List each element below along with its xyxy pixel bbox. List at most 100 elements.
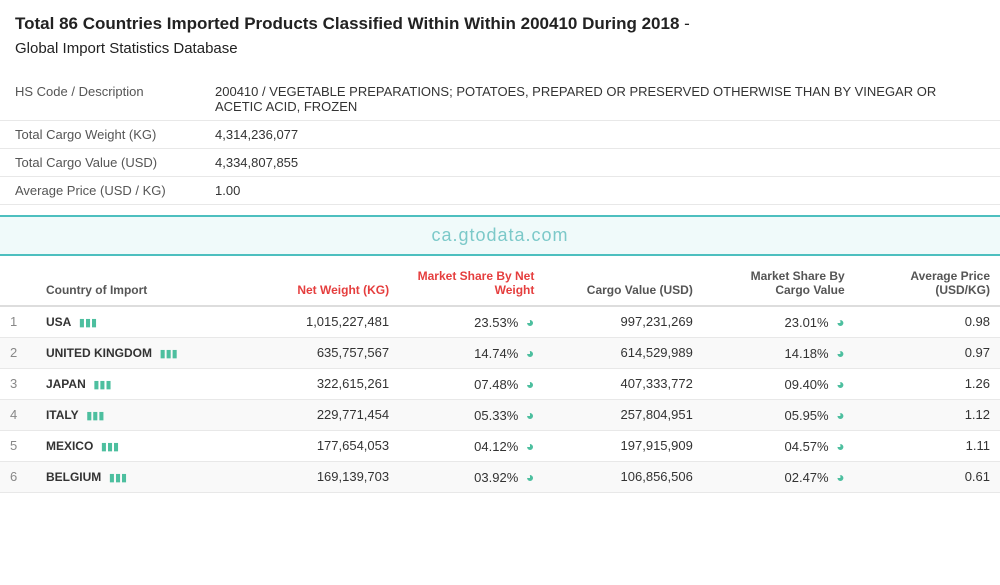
country-name: MEXICO [46, 439, 93, 453]
column-header-avgprice: Average Price (USD/KG) [855, 261, 1000, 306]
bar-chart-icon[interactable]: ▮▮▮ [86, 409, 104, 422]
mscv-value: 05.95% [785, 408, 829, 423]
pie-chart-icon[interactable]: ◕ [526, 469, 534, 485]
bar-chart-icon[interactable]: ▮▮▮ [160, 347, 178, 360]
info-row: Total Cargo Value (USD)4,334,807,855 [0, 148, 1000, 176]
avg-price-cell: 0.61 [855, 461, 1000, 492]
pie-chart-icon-2[interactable]: ◕ [836, 314, 844, 330]
table-row: 1USA ▮▮▮1,015,227,48123.53% ◕997,231,269… [0, 306, 1000, 338]
cargo-value-cell: 407,333,772 [544, 368, 702, 399]
net-weight-cell: 322,615,261 [241, 368, 399, 399]
mscv-value: 02.47% [785, 470, 829, 485]
cargo-value-cell: 614,529,989 [544, 337, 702, 368]
market-share-nw-cell: 23.53% ◕ [399, 306, 544, 338]
row-index: 6 [0, 461, 36, 492]
column-header-cargo: Cargo Value (USD) [544, 261, 702, 306]
row-index: 4 [0, 399, 36, 430]
market-share-cv-cell: 04.57% ◕ [703, 430, 855, 461]
watermark: ca.gtodata.com [0, 215, 1000, 256]
info-value: 4,314,236,077 [200, 120, 1000, 148]
row-index: 5 [0, 430, 36, 461]
pie-chart-icon-2[interactable]: ◕ [836, 345, 844, 361]
title-bold-text: Total 86 Countries Imported Products Cla… [15, 14, 679, 33]
net-weight-cell: 635,757,567 [241, 337, 399, 368]
country-cell: ITALY ▮▮▮ [36, 399, 241, 430]
pie-chart-icon[interactable]: ◕ [526, 345, 534, 361]
bar-chart-icon[interactable]: ▮▮▮ [93, 378, 111, 391]
pie-chart-icon-2[interactable]: ◕ [836, 407, 844, 423]
column-header-idx [0, 261, 36, 306]
info-label: Average Price (USD / KG) [0, 176, 200, 204]
country-name: UNITED KINGDOM [46, 346, 152, 360]
country-cell: MEXICO ▮▮▮ [36, 430, 241, 461]
market-share-cv-cell: 02.47% ◕ [703, 461, 855, 492]
info-row: HS Code / Description200410 / VEGETABLE … [0, 78, 1000, 121]
country-cell: BELGIUM ▮▮▮ [36, 461, 241, 492]
title-dash: - [679, 14, 689, 33]
mscv-value: 14.18% [785, 346, 829, 361]
bar-chart-icon[interactable]: ▮▮▮ [109, 471, 127, 484]
msnw-value: 07.48% [474, 377, 518, 392]
avg-price-cell: 1.12 [855, 399, 1000, 430]
country-name: ITALY [46, 408, 79, 422]
cargo-value-cell: 106,856,506 [544, 461, 702, 492]
mscv-value: 09.40% [785, 377, 829, 392]
main-title: Total 86 Countries Imported Products Cla… [15, 12, 985, 60]
data-table: Country of ImportNet Weight (KG) Market S… [0, 261, 1000, 493]
country-name: JAPAN [46, 377, 86, 391]
avg-price-cell: 1.26 [855, 368, 1000, 399]
msnw-value: 05.33% [474, 408, 518, 423]
bar-chart-icon[interactable]: ▮▮▮ [101, 440, 119, 453]
table-row: 4ITALY ▮▮▮229,771,45405.33% ◕257,804,951… [0, 399, 1000, 430]
cargo-value-cell: 197,915,909 [544, 430, 702, 461]
net-weight-cell: 169,139,703 [241, 461, 399, 492]
avg-price-cell: 0.98 [855, 306, 1000, 338]
pie-chart-icon[interactable]: ◕ [526, 314, 534, 330]
table-row: 5MEXICO ▮▮▮177,654,05304.12% ◕197,915,90… [0, 430, 1000, 461]
row-index: 1 [0, 306, 36, 338]
column-header-netweight: Net Weight (KG) [241, 261, 399, 306]
market-share-nw-cell: 03.92% ◕ [399, 461, 544, 492]
cargo-value-cell: 257,804,951 [544, 399, 702, 430]
info-row: Average Price (USD / KG)1.00 [0, 176, 1000, 204]
market-share-nw-cell: 04.12% ◕ [399, 430, 544, 461]
pie-chart-icon-2[interactable]: ◕ [836, 376, 844, 392]
net-weight-cell: 177,654,053 [241, 430, 399, 461]
market-share-nw-cell: 07.48% ◕ [399, 368, 544, 399]
pie-chart-icon-2[interactable]: ◕ [836, 469, 844, 485]
market-share-nw-cell: 05.33% ◕ [399, 399, 544, 430]
subtitle-text: Global Import Statistics Database [15, 40, 238, 57]
info-value: 200410 / VEGETABLE PREPARATIONS; POTATOE… [200, 78, 1000, 121]
column-header-country: Country of Import [36, 261, 241, 306]
pie-chart-icon[interactable]: ◕ [526, 438, 534, 454]
cargo-value-cell: 997,231,269 [544, 306, 702, 338]
info-value: 4,334,807,855 [200, 148, 1000, 176]
net-weight-cell: 1,015,227,481 [241, 306, 399, 338]
msnw-value: 04.12% [474, 439, 518, 454]
country-cell: UNITED KINGDOM ▮▮▮ [36, 337, 241, 368]
table-row: 3JAPAN ▮▮▮322,615,26107.48% ◕407,333,772… [0, 368, 1000, 399]
msnw-value: 03.92% [474, 470, 518, 485]
market-share-cv-cell: 14.18% ◕ [703, 337, 855, 368]
country-name: USA [46, 315, 71, 329]
market-share-nw-cell: 14.74% ◕ [399, 337, 544, 368]
country-cell: USA ▮▮▮ [36, 306, 241, 338]
pie-chart-icon-2[interactable]: ◕ [836, 438, 844, 454]
msnw-value: 14.74% [474, 346, 518, 361]
mscv-value: 23.01% [785, 315, 829, 330]
market-share-cv-cell: 05.95% ◕ [703, 399, 855, 430]
market-share-cv-cell: 09.40% ◕ [703, 368, 855, 399]
mscv-value: 04.57% [785, 439, 829, 454]
pie-chart-icon[interactable]: ◕ [526, 376, 534, 392]
info-table: HS Code / Description200410 / VEGETABLE … [0, 78, 1000, 205]
info-label: Total Cargo Weight (KG) [0, 120, 200, 148]
net-weight-cell: 229,771,454 [241, 399, 399, 430]
row-index: 3 [0, 368, 36, 399]
pie-chart-icon[interactable]: ◕ [526, 407, 534, 423]
country-cell: JAPAN ▮▮▮ [36, 368, 241, 399]
bar-chart-icon[interactable]: ▮▮▮ [79, 316, 97, 329]
info-label: HS Code / Description [0, 78, 200, 121]
row-index: 2 [0, 337, 36, 368]
table-row: 6BELGIUM ▮▮▮169,139,70303.92% ◕106,856,5… [0, 461, 1000, 492]
column-header-mscv: Market Share By Cargo Value [703, 261, 855, 306]
